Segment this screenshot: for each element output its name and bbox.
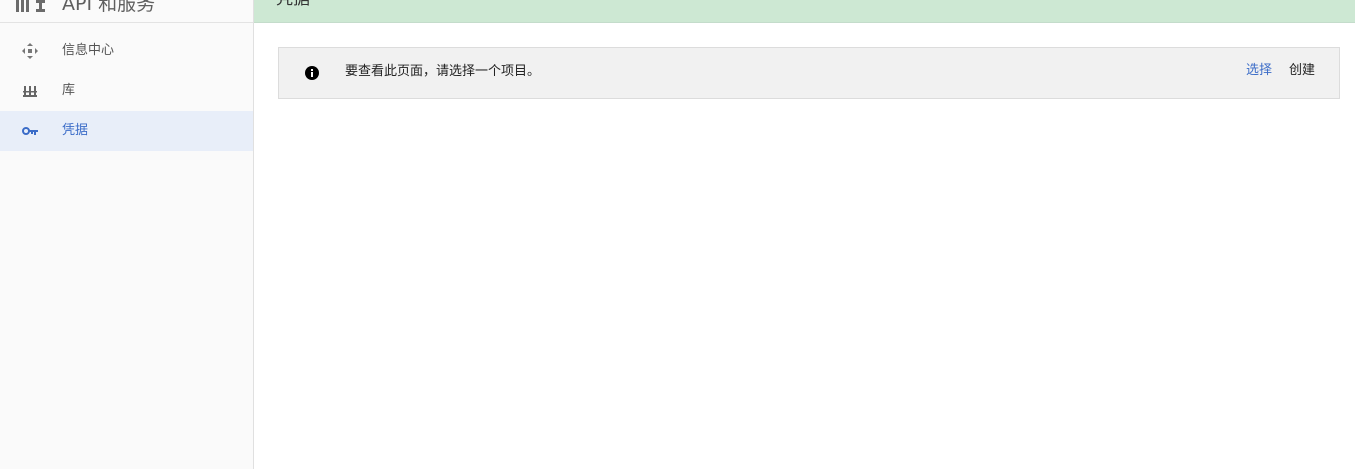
api-logo-icon: [16, 0, 45, 12]
sidebar-item-label: 库: [62, 83, 76, 98]
dashboard-icon: [22, 43, 38, 59]
page-title: 凭据: [276, 0, 310, 10]
sidebar-item-dashboard[interactable]: 信息中心: [0, 31, 253, 71]
sidebar-header: API 和服务: [0, 0, 253, 23]
sidebar-item-label: 信息中心: [62, 43, 115, 58]
select-project-link[interactable]: 选择: [1246, 62, 1272, 80]
key-icon: [22, 127, 38, 135]
sidebar: API 和服务 信息中心 库 凭据: [0, 0, 254, 469]
info-banner: 要查看此页面，请选择一个项目。 选择 创建: [278, 47, 1340, 99]
sidebar-nav: 信息中心 库 凭据: [0, 31, 253, 151]
sidebar-item-credentials[interactable]: 凭据: [0, 111, 253, 151]
info-icon: [305, 66, 319, 80]
app-root: API 和服务 信息中心 库 凭据 要查看此页面，请选择一个项目。 选择 创建: [0, 0, 1355, 469]
create-project-link[interactable]: 创建: [1289, 62, 1315, 80]
page-header: 凭据: [254, 0, 1355, 23]
banner-message: 要查看此页面，请选择一个项目。: [345, 64, 541, 79]
sidebar-item-library[interactable]: 库: [0, 71, 253, 111]
app-title: API 和服务: [62, 0, 156, 15]
sidebar-item-label: 凭据: [62, 123, 89, 138]
library-icon: [23, 86, 37, 97]
